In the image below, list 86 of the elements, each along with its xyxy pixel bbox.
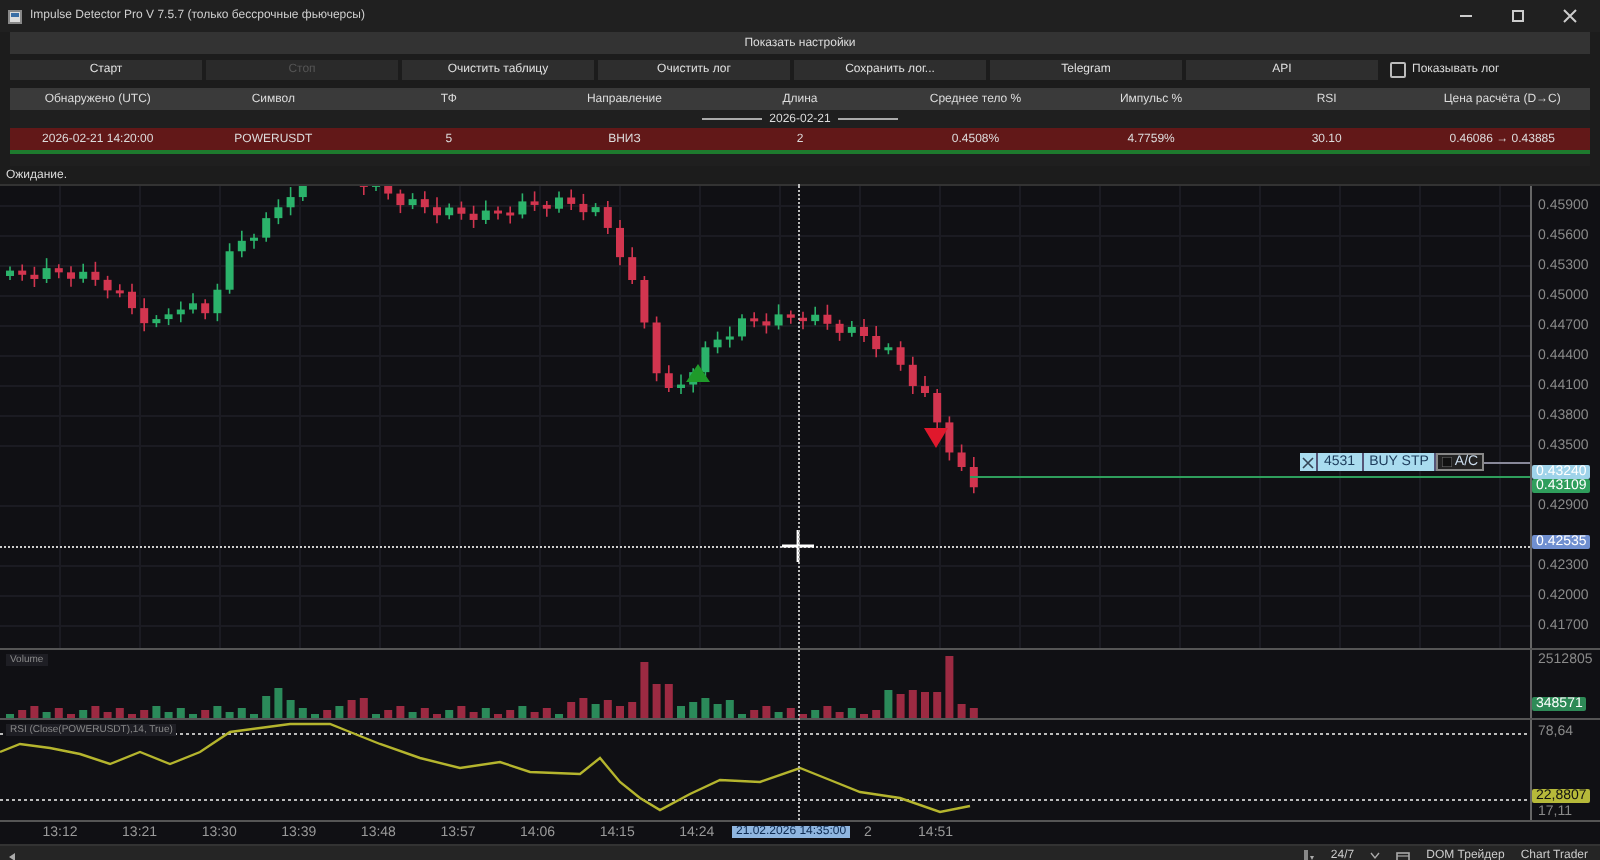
chevron-down-icon[interactable] bbox=[1370, 852, 1381, 860]
candle bbox=[67, 265, 75, 288]
candle bbox=[738, 313, 746, 342]
candle bbox=[518, 192, 527, 220]
candle bbox=[945, 415, 954, 462]
checkbox[interactable] bbox=[1390, 62, 1406, 78]
calendar-icon[interactable] bbox=[1396, 849, 1411, 860]
candle bbox=[115, 283, 124, 299]
candle bbox=[555, 190, 563, 214]
candle bbox=[152, 314, 161, 328]
candle bbox=[896, 340, 905, 372]
candle bbox=[6, 265, 14, 281]
candle bbox=[677, 373, 685, 395]
candle bbox=[725, 325, 734, 349]
candle bbox=[933, 388, 942, 430]
candle bbox=[250, 232, 258, 250]
candle bbox=[506, 205, 515, 225]
candle bbox=[591, 202, 600, 217]
candle bbox=[298, 186, 307, 202]
candle bbox=[237, 230, 246, 259]
candle bbox=[579, 193, 588, 221]
candle bbox=[603, 200, 612, 235]
candle bbox=[128, 282, 136, 315]
candle bbox=[42, 257, 51, 284]
candle bbox=[640, 275, 649, 330]
candle bbox=[799, 310, 807, 330]
candle bbox=[616, 219, 624, 266]
candle bbox=[652, 315, 661, 383]
candle bbox=[359, 186, 368, 196]
candle bbox=[372, 186, 380, 192]
candle bbox=[54, 263, 63, 280]
candle bbox=[79, 263, 88, 284]
candle bbox=[847, 320, 856, 338]
candle bbox=[91, 261, 100, 287]
candle bbox=[164, 307, 173, 326]
candle bbox=[713, 330, 722, 355]
candle bbox=[567, 188, 576, 211]
candle bbox=[30, 266, 39, 288]
candle bbox=[469, 204, 478, 229]
candle bbox=[542, 200, 551, 218]
candle bbox=[921, 375, 929, 398]
candle bbox=[750, 311, 759, 329]
candle bbox=[274, 198, 283, 225]
candle bbox=[408, 192, 417, 210]
candle bbox=[140, 297, 149, 332]
down-arrow-icon bbox=[924, 428, 948, 448]
candle bbox=[445, 202, 454, 221]
candle bbox=[530, 190, 539, 212]
candle bbox=[811, 305, 820, 326]
candle bbox=[786, 309, 795, 325]
candle bbox=[384, 186, 393, 201]
candle bbox=[481, 199, 490, 225]
candle bbox=[262, 211, 271, 243]
candle bbox=[701, 340, 710, 377]
candle bbox=[103, 275, 112, 300]
candle bbox=[884, 342, 893, 356]
grip-icon[interactable] bbox=[1304, 849, 1315, 860]
candle bbox=[957, 443, 966, 472]
candle bbox=[176, 300, 185, 324]
candle bbox=[774, 303, 783, 331]
candle bbox=[664, 364, 673, 393]
candle bbox=[420, 190, 429, 214]
candle bbox=[494, 205, 502, 221]
candle bbox=[18, 263, 27, 282]
candle bbox=[433, 196, 441, 225]
crosshair-cursor-icon bbox=[782, 530, 814, 562]
candle bbox=[225, 242, 234, 295]
candle bbox=[201, 298, 210, 320]
candle bbox=[189, 292, 197, 315]
close-icon[interactable] bbox=[1302, 456, 1314, 468]
candle bbox=[762, 312, 771, 335]
candle bbox=[908, 356, 917, 395]
candle bbox=[286, 186, 295, 217]
candle bbox=[860, 318, 868, 343]
candle bbox=[213, 282, 222, 322]
app-icon bbox=[8, 9, 22, 23]
candle bbox=[628, 246, 637, 285]
candle bbox=[872, 325, 881, 358]
candle bbox=[457, 200, 466, 221]
up-arrow-icon bbox=[686, 364, 710, 382]
maximize-icon[interactable] bbox=[1508, 8, 1528, 24]
candle bbox=[823, 303, 832, 331]
scroll-left-icon[interactable] bbox=[8, 851, 16, 860]
candle bbox=[396, 188, 405, 214]
candle bbox=[969, 456, 978, 495]
candle bbox=[835, 319, 844, 342]
